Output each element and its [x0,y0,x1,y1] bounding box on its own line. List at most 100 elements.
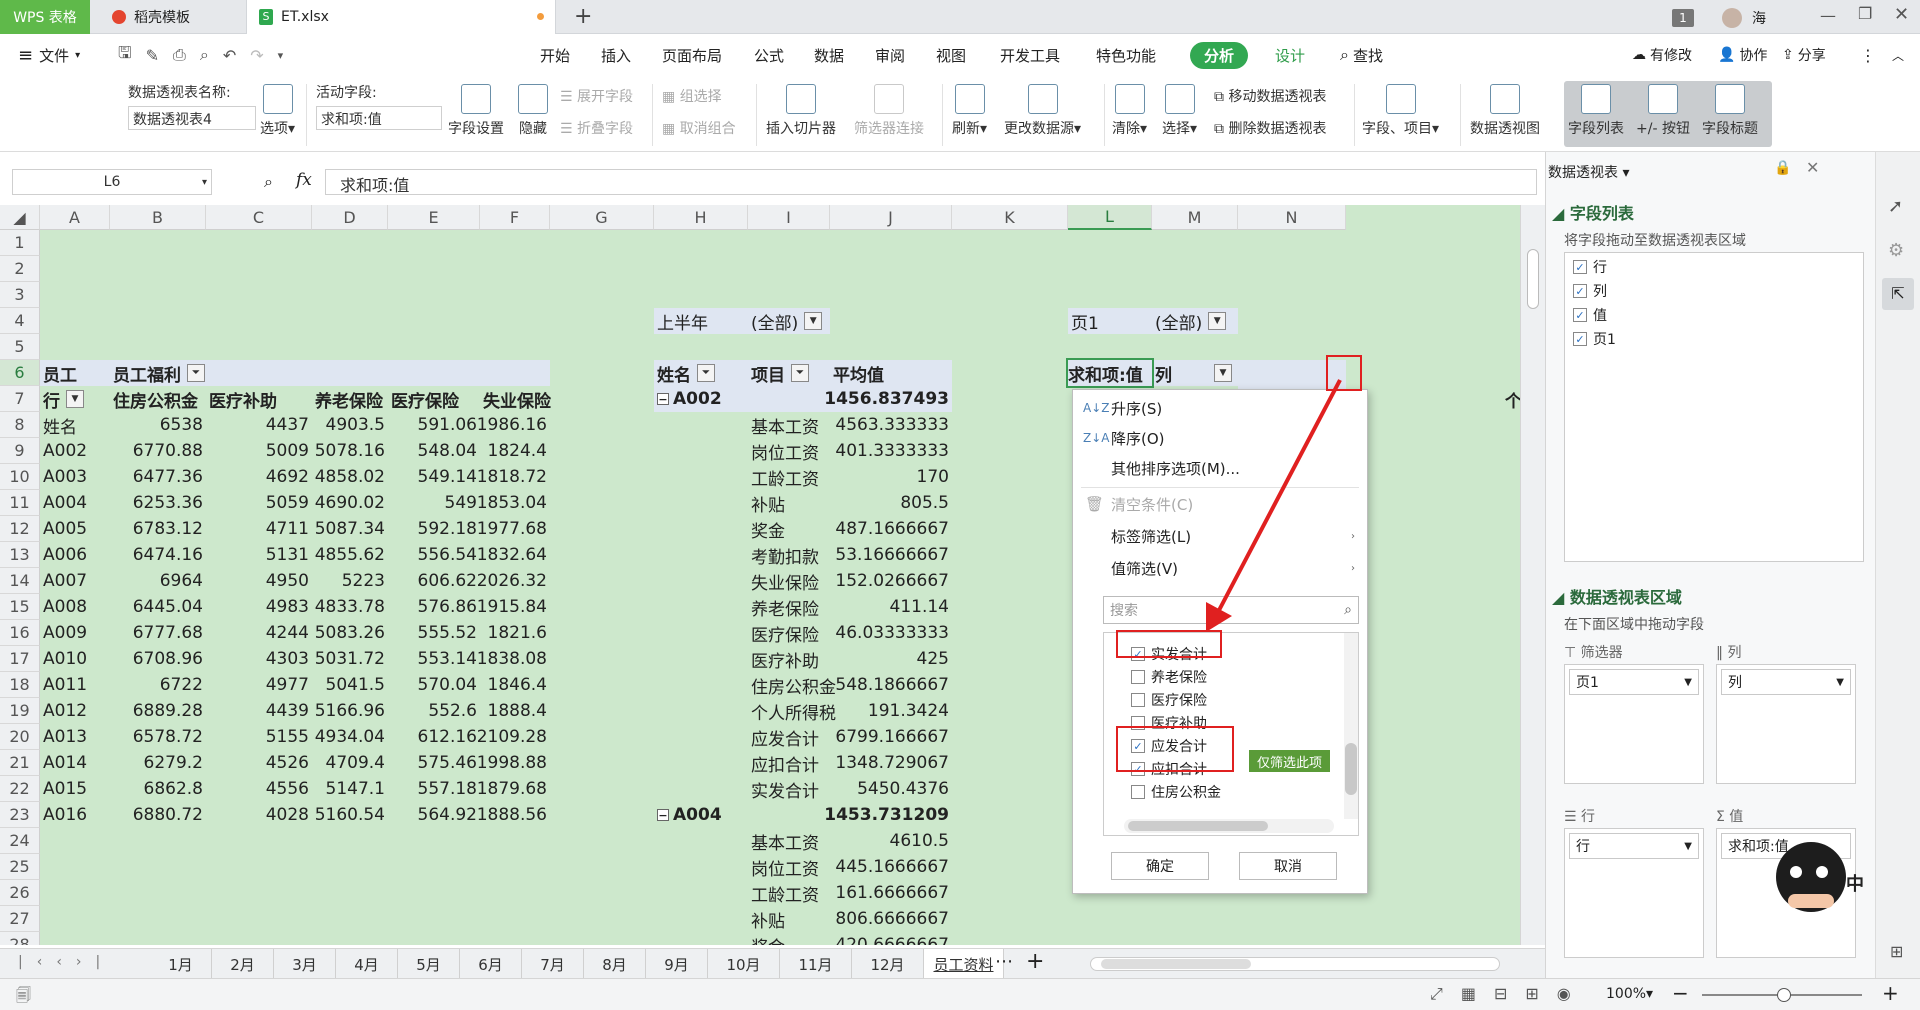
list-h-thumb[interactable] [1128,821,1268,831]
column-header[interactable]: E [388,205,480,230]
pivot-chart-button[interactable]: 数据透视图 [1470,84,1540,138]
zoom-in-icon[interactable]: + [1882,981,1899,1005]
changes-button[interactable]: ☁ 有修改 [1632,34,1692,76]
pivot1-cell[interactable]: A010 [43,646,107,672]
options-button[interactable]: 选项▾ [260,84,295,138]
filter-dropdown-icon[interactable]: ▼ [804,312,823,330]
pivot1-cell[interactable]: 4709.4 [315,750,385,776]
field-headers-toggle[interactable]: 字段标题 [1702,84,1758,138]
pivot-panel-icon[interactable]: ⇱ [1882,278,1914,310]
pivot1-col-header[interactable]: 医疗补助 [209,386,309,412]
column-area[interactable]: 列 ▼ [1716,664,1856,784]
row-area[interactable]: 行 ▼ [1564,828,1704,958]
pivot2-item[interactable]: 住房公积金 [751,672,836,698]
pivot1-cell[interactable]: 6474.16 [113,542,203,568]
move-pivot-button[interactable]: ⧉ 移动数据透视表 [1214,86,1326,106]
pivot1-cell[interactable]: 4437 [209,412,309,438]
pivot1-cell[interactable]: 5155 [209,724,309,750]
column-area-field[interactable]: 列 ▼ [1721,669,1851,695]
field-filter-icon[interactable]: ⏷ [187,364,205,382]
pivot1-cell[interactable]: 576.86 [391,594,477,620]
pivot2-item[interactable]: 工龄工资 [751,464,827,490]
pivot2-item[interactable]: 实发合计 [751,776,827,802]
menu-special[interactable]: 特色功能 [1096,34,1156,76]
menu-analyze[interactable]: 分析 [1190,34,1249,76]
pivot1-cell[interactable]: 555.52 [391,620,477,646]
select-all-corner[interactable]: ◢ [0,205,40,230]
row-header[interactable]: 25 [0,854,40,880]
row-header[interactable]: 21 [0,750,40,776]
redo-icon[interactable]: ↷ [250,46,263,65]
zoom-level[interactable]: 100%▾ [1606,986,1653,1002]
column-header[interactable]: J [830,205,952,230]
column-header[interactable]: I [748,205,830,230]
pivot2-item[interactable]: 个人所得税 [751,698,836,724]
pivot1-cell[interactable]: 6880.72 [113,802,203,828]
field-list-toggle[interactable]: 字段列表 [1568,84,1624,138]
pivot1-cell[interactable]: 6964 [113,568,203,594]
pivot2-value[interactable]: 6799.166667 [833,724,949,750]
pivot1-cell[interactable]: 5087.34 [315,516,385,542]
checkbox-checked-icon[interactable]: ✓ [1573,260,1587,274]
menu-start[interactable]: 开始 [540,34,570,76]
pivot1-cell[interactable]: A003 [43,464,107,490]
tab-template[interactable]: 稻壳模板 [100,0,240,34]
pivot2-value[interactable]: 806.6666667 [833,906,949,932]
row-header[interactable]: 1 [0,230,40,256]
field-filter-icon[interactable]: ⏷ [791,364,809,382]
pivot1-cell[interactable]: 4303 [209,646,309,672]
pivot2-group-value[interactable]: 1456.837493 [824,386,949,412]
pivot1-cell[interactable]: 5166.96 [315,698,385,724]
pivot1-cell[interactable]: 4556 [209,776,309,802]
pivot2-value[interactable]: 5450.4376 [833,776,949,802]
column-header[interactable]: G [550,205,654,230]
pivot2-item[interactable]: 医疗保险 [751,620,827,646]
pivot1-cell[interactable]: 553.14 [391,646,477,672]
row-header[interactable]: 8 [0,412,40,438]
pivot1-cell[interactable]: 592.18 [391,516,477,542]
pivot1-cell[interactable]: 1915.84 [477,594,547,620]
pivot1-cell[interactable]: 1821.6 [483,620,547,646]
pivot1-cell[interactable]: 5223 [315,568,385,594]
ok-button[interactable]: 确定 [1111,852,1209,880]
pivot2-value[interactable]: 191.3424 [833,698,949,724]
pivot2-item[interactable]: 应扣合计 [751,750,827,776]
pivot2-item[interactable]: 补贴 [751,490,827,516]
delete-pivot-button[interactable]: ⧉ 删除数据透视表 [1214,118,1326,138]
pivot1-cell[interactable]: 606.62 [391,568,477,594]
list-v-scrollbar[interactable] [1344,633,1358,819]
row-header[interactable]: 9 [0,438,40,464]
zoom-formula-icon[interactable]: ⌕ [264,172,273,192]
pivot1-header[interactable]: 员工福利 ⏷ [113,360,227,386]
pivot2-value[interactable]: 411.14 [833,594,949,620]
pivot1-cell[interactable]: 552.6 [391,698,477,724]
pivot2-item[interactable]: 奖金 [751,516,827,542]
pivot1-cell[interactable]: 548.04 [391,438,477,464]
eye-protection-icon[interactable]: ◉ [1557,984,1571,1004]
column-header[interactable]: B [110,205,206,230]
sheet-nav-arrows[interactable]: |‹‹›| [18,954,114,970]
ime-icon[interactable]: 中 [1846,870,1864,896]
pivot1-cell[interactable]: 6578.72 [113,724,203,750]
sheet-tab[interactable]: 1月 [150,949,212,979]
pivot1-cell[interactable]: A002 [43,438,107,464]
pivot2-value[interactable]: 420.6666667 [833,932,949,945]
scrollbar-thumb[interactable] [1527,249,1539,309]
pivot2-value[interactable]: 161.6666667 [833,880,949,906]
pivot2-filter-value[interactable]: (全部) ▼ [751,308,855,334]
collapse-group-icon[interactable]: − [657,809,669,821]
pivot3-header-selected[interactable]: 求和项:值 [1066,358,1154,388]
panel-title[interactable]: 数据透视表 ▾ [1548,162,1629,182]
file-menu[interactable]: ≡ 文件 ▾ [18,34,80,76]
hide-button[interactable]: 隐藏 [518,84,548,138]
zoom-slider-thumb[interactable] [1777,988,1791,1002]
pivot1-cell[interactable]: A006 [43,542,107,568]
pivot1-row-label[interactable]: 行 ▼ [43,386,107,412]
tab-et-xlsx[interactable]: S ET.xlsx [246,0,556,34]
pin-icon[interactable]: 🔒 [1774,160,1791,176]
field-settings-button[interactable]: 字段设置 [448,84,504,138]
sheet-tab[interactable]: 9月 [646,949,708,979]
row-header[interactable]: 24 [0,828,40,854]
pivot1-cell[interactable]: 5131 [209,542,309,568]
row-header[interactable]: 17 [0,646,40,672]
